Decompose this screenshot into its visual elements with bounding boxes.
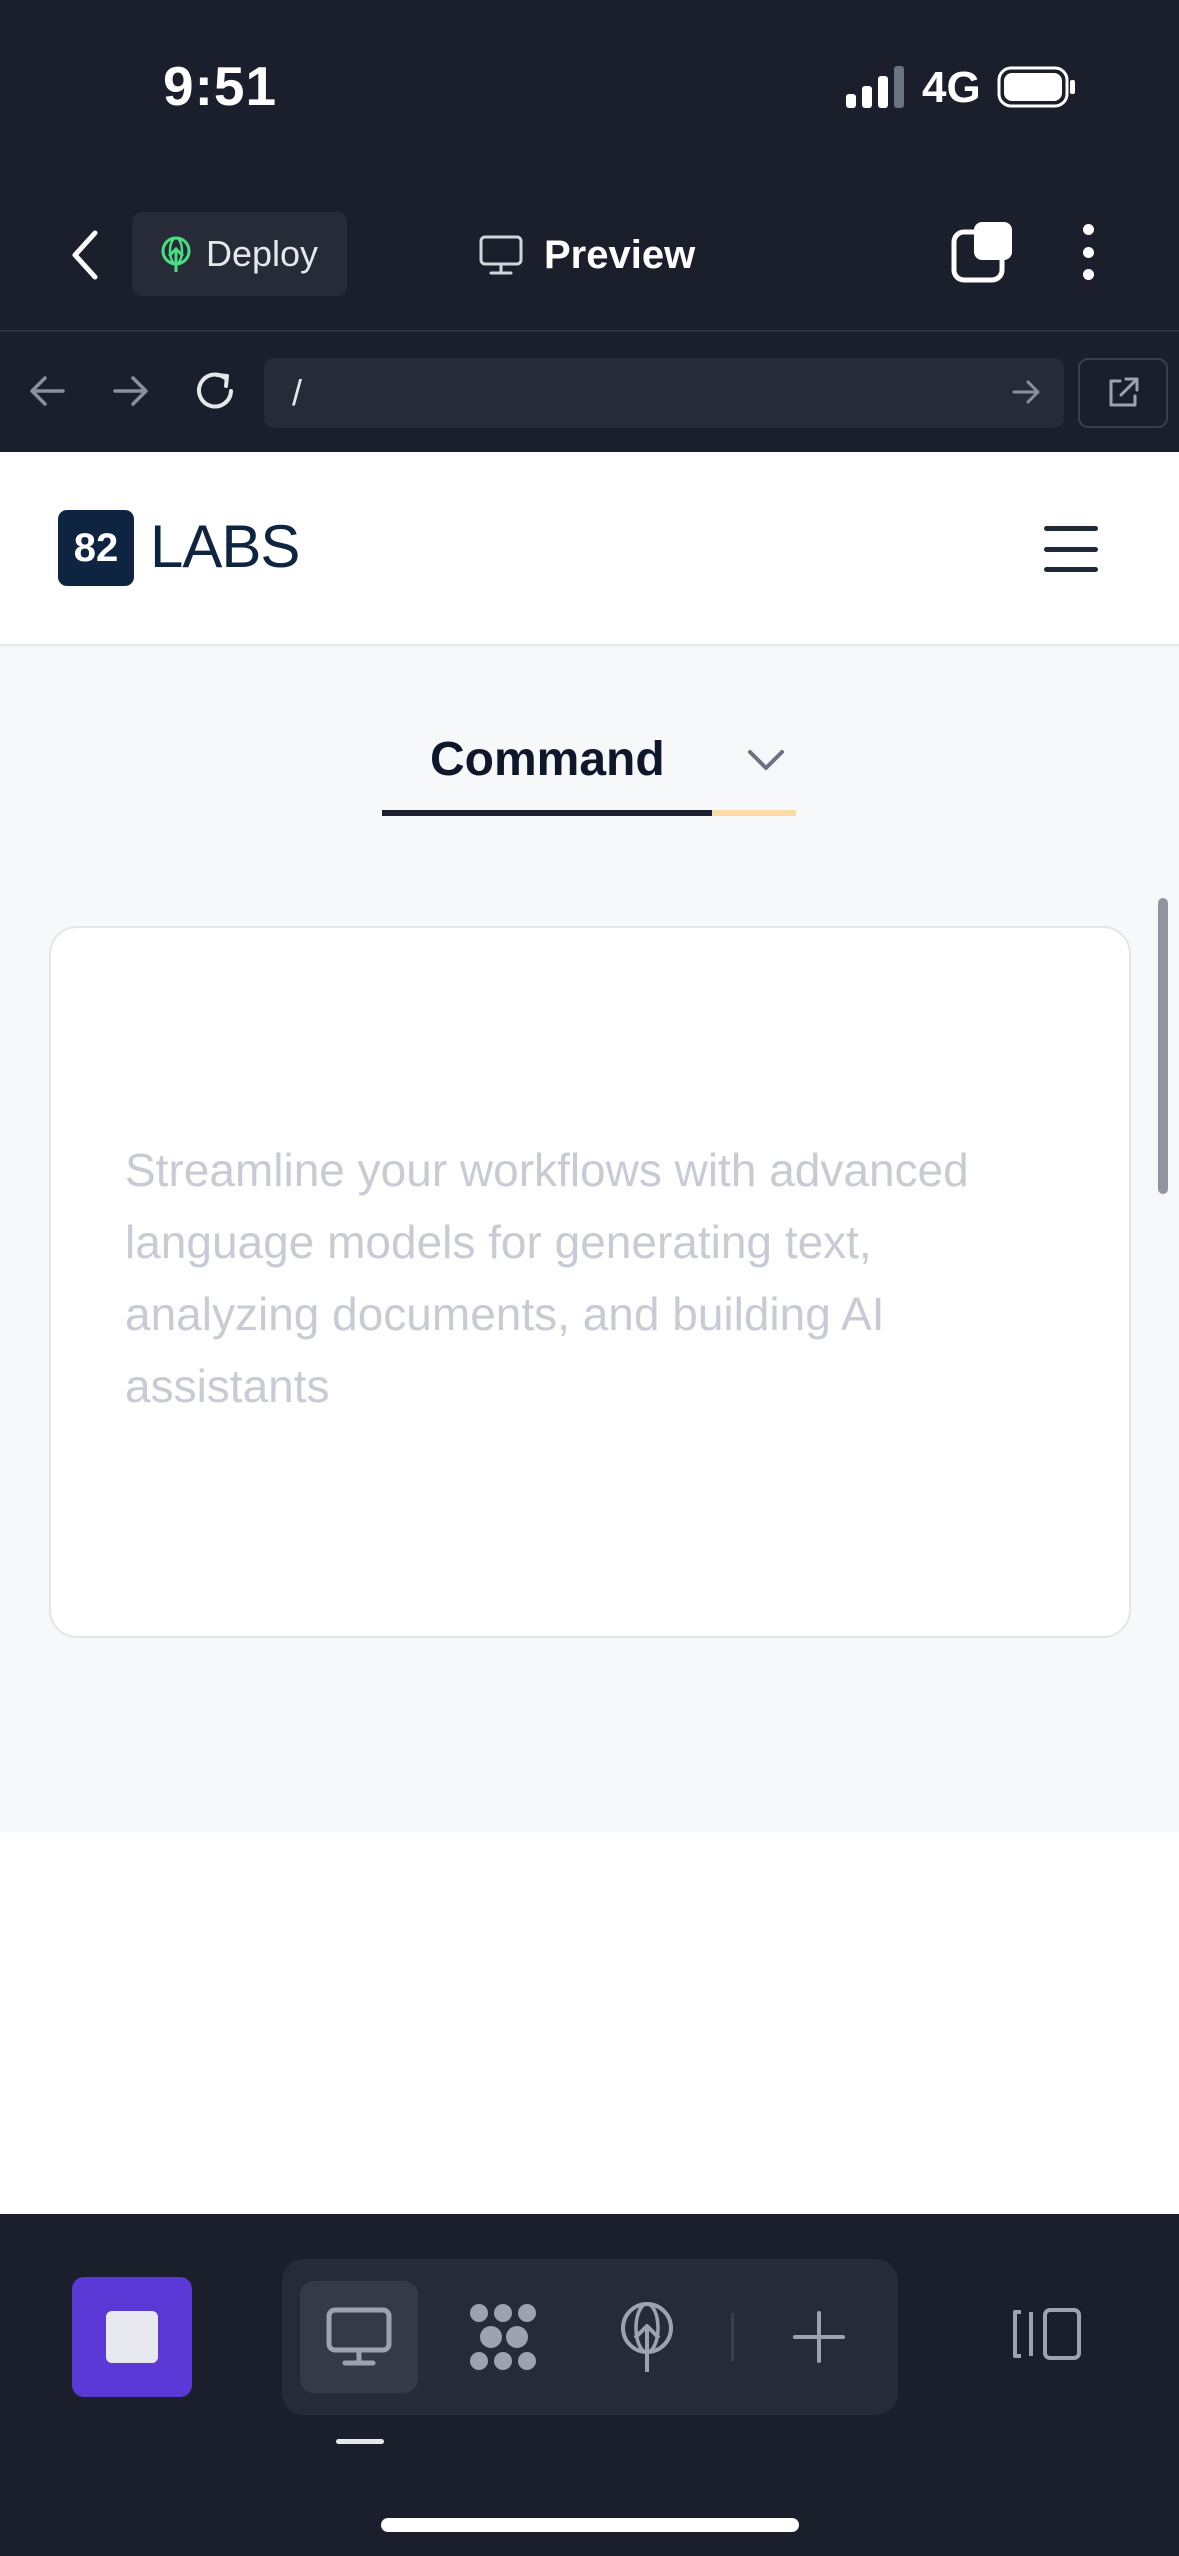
tab-underline (382, 810, 712, 816)
browser-back-button[interactable] (22, 366, 72, 416)
tab-label: Command (430, 733, 665, 786)
main-content: Command Streamline your workflows with a… (0, 646, 1179, 1832)
logo-badge[interactable]: 82 (58, 510, 134, 586)
arrow-right-icon[interactable] (1006, 372, 1046, 412)
network-type: 4G (922, 63, 981, 112)
page-footer-space (0, 1832, 1179, 2214)
url-bar-row: / (0, 330, 1179, 452)
site-header: 82 LABS (0, 452, 1179, 646)
status-bar: 9:51 4G (0, 0, 1179, 180)
monitor-icon (326, 2307, 392, 2366)
hamburger-icon[interactable] (1044, 526, 1098, 572)
hamburger-line (1044, 546, 1098, 552)
card-description: Streamline your workflows with advanced … (125, 1144, 969, 1412)
open-external-button[interactable] (1078, 358, 1168, 428)
reload-button[interactable] (190, 366, 240, 416)
tool-desktop-button[interactable] (300, 2281, 418, 2393)
tabs-icon[interactable] (950, 220, 1014, 284)
tab-underline-accent (712, 810, 796, 816)
more-dot (1082, 269, 1094, 280)
tool-deploy-button[interactable] (588, 2281, 706, 2393)
preview-button[interactable]: Preview (478, 222, 695, 288)
top-nav: Deploy Preview (0, 180, 1179, 330)
description-card: Streamline your workflows with advanced … (49, 926, 1131, 1638)
more-dot (1082, 224, 1094, 235)
signal-icon (846, 66, 904, 108)
deploy-label: Deploy (206, 233, 319, 274)
arrow-left-icon (30, 376, 65, 406)
deploy-button[interactable]: Deploy (132, 212, 347, 296)
chevron-down-icon (748, 750, 784, 770)
chevron-left-icon (72, 230, 98, 280)
scrollbar[interactable] (1158, 898, 1168, 1194)
plus-icon (793, 2311, 845, 2363)
more-dot (1082, 246, 1094, 258)
browser-forward-button[interactable] (106, 366, 156, 416)
tool-divider (731, 2313, 734, 2361)
bottom-toolbar (0, 2214, 1179, 2556)
tool-group (282, 2259, 898, 2415)
panel-toggle-button[interactable] (1008, 2294, 1088, 2374)
arrow-right-icon (113, 376, 148, 406)
url-path: / (292, 372, 303, 413)
cluster-icon (470, 2304, 536, 2370)
stop-icon (106, 2311, 158, 2363)
tool-components-button[interactable] (444, 2281, 562, 2393)
url-input[interactable]: / (264, 358, 1064, 428)
active-tool-indicator (336, 2439, 384, 2444)
globe-upload-icon (621, 2302, 673, 2372)
home-indicator (381, 2518, 799, 2532)
external-link-icon (1109, 377, 1139, 407)
status-time: 9:51 (163, 55, 278, 117)
hamburger-line (1044, 567, 1098, 572)
back-button[interactable] (60, 222, 110, 288)
logo-text[interactable]: LABS (150, 512, 300, 581)
hamburger-line (1044, 526, 1098, 531)
more-options-button[interactable] (1068, 220, 1108, 284)
globe-upload-icon (161, 236, 191, 272)
preview-frame: 82 LABS Command Streamline your workflow… (0, 452, 1179, 2214)
reload-icon (197, 372, 233, 409)
model-tab-selector[interactable]: Command (382, 732, 796, 832)
panel-toggle-icon (1013, 2308, 1081, 2360)
battery-icon (997, 66, 1075, 108)
preview-label: Preview (544, 232, 696, 277)
monitor-icon (479, 235, 523, 275)
tool-add-button[interactable] (760, 2281, 878, 2393)
stop-button[interactable] (72, 2277, 192, 2397)
